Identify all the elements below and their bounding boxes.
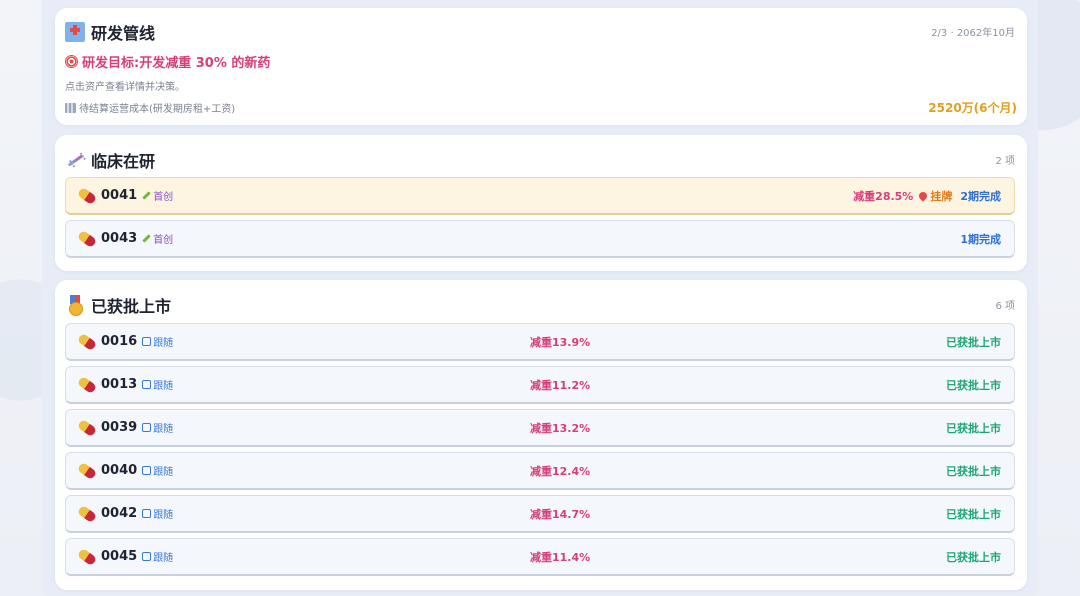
target-icon — [65, 55, 78, 68]
original-tag-text: 首创 — [153, 235, 174, 246]
approved-count: 6 项 — [995, 301, 1015, 312]
follow-tag: 跟随 — [142, 420, 173, 435]
pin-icon — [917, 189, 930, 202]
pill-icon — [76, 418, 98, 437]
repeat-icon — [142, 552, 152, 561]
research-goal-text: 研发目标:开发减重 30% 的新药 — [82, 56, 271, 71]
repeat-icon — [142, 337, 152, 346]
phase-status: 1期完成 — [960, 232, 1001, 246]
clinical-panel: 临床在研 2 项 0041 首创 减重28.5% 挂牌 2期完成 0043 首创… — [55, 135, 1027, 271]
approval-status: 已获批上市 — [946, 335, 1001, 349]
asset-id: 0042 — [101, 506, 138, 521]
pill-icon — [76, 504, 98, 523]
follow-tag: 跟随 — [142, 463, 173, 478]
approval-status: 已获批上市 — [946, 464, 1001, 478]
follow-tag: 跟随 — [142, 334, 173, 349]
dna-icon — [65, 150, 85, 170]
reduction-value: 减重11.2% — [530, 378, 591, 392]
pending-cost-label: 待结算运营成本(研发期房租+工资) — [79, 104, 236, 115]
pill-icon — [76, 332, 98, 351]
asset-id: 0045 — [101, 549, 138, 564]
reduction-value: 减重13.2% — [530, 421, 591, 435]
approval-status: 已获批上市 — [946, 421, 1001, 435]
approved-row-0040[interactable]: 0040 跟随 减重12.4% 已获批上市 — [65, 452, 1015, 490]
follow-tag: 跟随 — [142, 377, 173, 392]
approval-status: 已获批上市 — [946, 378, 1001, 392]
repeat-icon — [142, 380, 152, 389]
pill-icon — [76, 186, 98, 205]
asset-id: 0039 — [101, 420, 138, 435]
reduction-value: 减重13.9% — [530, 335, 591, 349]
pill-icon — [76, 229, 98, 248]
original-tag-text: 首创 — [153, 192, 174, 203]
approved-title: 已获批上市 — [65, 293, 171, 317]
repeat-icon — [142, 423, 152, 432]
row-right: 减重28.5% 挂牌 2期完成 — [853, 188, 1001, 204]
pill-icon — [76, 547, 98, 566]
repeat-icon — [142, 466, 152, 475]
reduction-value: 减重14.7% — [530, 507, 591, 521]
asset-id: 0040 — [101, 463, 138, 478]
hospital-icon — [65, 22, 85, 42]
asset-id: 0043 — [101, 231, 138, 246]
phase-status: 2期完成 — [960, 189, 1001, 203]
approval-status: 已获批上市 — [946, 550, 1001, 564]
pending-cost: 待结算运营成本(研发期房租+工资) — [65, 100, 235, 115]
pipeline-title: 研发管线 — [65, 20, 155, 44]
pipeline-panel: 研发管线 2/3 · 2062年10月 研发目标:开发减重 30% 的新药 点击… — [55, 8, 1027, 125]
pill-icon — [76, 375, 98, 394]
clinical-row-0041[interactable]: 0041 首创 减重28.5% 挂牌 2期完成 — [65, 177, 1015, 215]
approved-row-0013[interactable]: 0013 跟随 减重11.2% 已获批上市 — [65, 366, 1015, 404]
clinical-title-text: 临床在研 — [91, 152, 156, 171]
original-tag: 首创 — [142, 188, 173, 203]
approval-status: 已获批上市 — [946, 507, 1001, 521]
repeat-icon — [142, 509, 152, 518]
follow-tag: 跟随 — [142, 549, 173, 564]
research-goal: 研发目标:开发减重 30% 的新药 — [65, 52, 270, 71]
row-right: 1期完成 — [960, 231, 1001, 247]
follow-tag-text: 跟随 — [153, 381, 174, 392]
clinical-count: 2 项 — [995, 156, 1015, 167]
instruction-hint: 点击资产查看详情并决策。 — [65, 82, 185, 93]
reduction-value: 减重12.4% — [530, 464, 591, 478]
pending-cost-amount: 2520万(6个月) — [928, 101, 1017, 115]
approved-row-0042[interactable]: 0042 跟随 减重14.7% 已获批上市 — [65, 495, 1015, 533]
listed-badge: 挂牌 — [917, 188, 953, 204]
original-tag: 首创 — [142, 231, 173, 246]
clinical-row-0043[interactable]: 0043 首创 1期完成 — [65, 220, 1015, 258]
follow-tag-text: 跟随 — [153, 424, 174, 435]
medal-icon — [65, 295, 85, 316]
follow-tag-text: 跟随 — [153, 510, 174, 521]
building-icon — [65, 102, 76, 113]
reduction-value: 减重28.5% — [853, 189, 914, 203]
clinical-title: 临床在研 — [65, 148, 155, 172]
follow-tag: 跟随 — [142, 506, 173, 521]
pencil-icon — [142, 234, 151, 243]
pencil-icon — [142, 191, 151, 200]
approved-row-0016[interactable]: 0016 跟随 减重13.9% 已获批上市 — [65, 323, 1015, 361]
asset-id: 0013 — [101, 377, 138, 392]
approved-panel: 已获批上市 6 项 0016 跟随 减重13.9% 已获批上市 0013 跟随 … — [55, 280, 1027, 590]
pipeline-progress-date: 2/3 · 2062年10月 — [931, 28, 1015, 39]
reduction-value: 减重11.4% — [530, 550, 591, 564]
pipeline-title-text: 研发管线 — [91, 24, 156, 43]
pill-icon — [76, 461, 98, 480]
approved-title-text: 已获批上市 — [91, 297, 172, 316]
follow-tag-text: 跟随 — [153, 467, 174, 478]
approved-row-0039[interactable]: 0039 跟随 减重13.2% 已获批上市 — [65, 409, 1015, 447]
asset-id: 0041 — [101, 188, 138, 203]
approved-row-0045[interactable]: 0045 跟随 减重11.4% 已获批上市 — [65, 538, 1015, 576]
follow-tag-text: 跟随 — [153, 553, 174, 564]
listed-badge-text: 挂牌 — [930, 189, 953, 203]
follow-tag-text: 跟随 — [153, 338, 174, 349]
asset-id: 0016 — [101, 334, 138, 349]
